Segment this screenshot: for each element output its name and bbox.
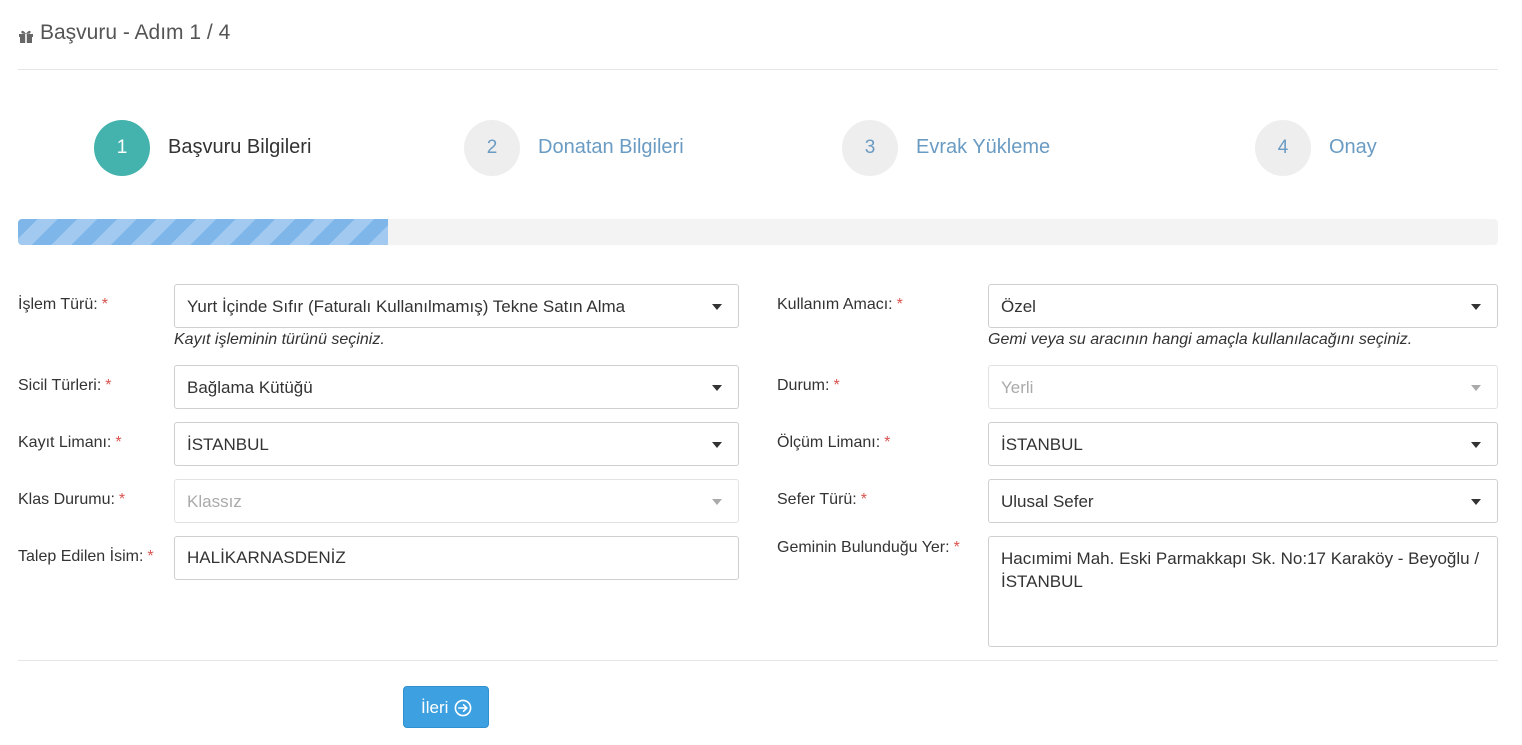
chevron-down-icon — [1471, 385, 1481, 391]
next-button[interactable]: İleri — [403, 686, 489, 728]
sefer-turu-value: Ulusal Sefer — [1001, 492, 1094, 511]
olcum-limani-value: İSTANBUL — [1001, 435, 1083, 454]
sicil-turleri-select[interactable]: Bağlama Kütüğü — [174, 365, 739, 409]
page-title: Başvuru - Adım 1 / 4 — [40, 21, 231, 44]
sefer-turu-select[interactable]: Ulusal Sefer — [988, 479, 1498, 523]
chevron-down-icon — [712, 385, 722, 391]
sefer-turu-label: Sefer Türü: * — [777, 491, 867, 508]
olcum-limani-label: Ölçüm Limanı: * — [777, 434, 891, 451]
klas-durumu-select: Klassız — [174, 479, 739, 523]
page-header: Başvuru - Adım 1 / 4 — [18, 20, 1498, 70]
step-number: 4 — [1255, 120, 1311, 176]
progress-fill — [18, 219, 388, 245]
kullanim-amaci-value: Özel — [1001, 297, 1036, 316]
talep-edilen-isim-input[interactable]: HALİKARNASDENİZ — [174, 536, 739, 580]
durum-label: Durum: * — [777, 377, 840, 394]
step-label: Donatan Bilgileri — [538, 136, 684, 158]
talep-edilen-isim-label: Talep Edilen İsim: * — [18, 548, 154, 565]
olcum-limani-select[interactable]: İSTANBUL — [988, 422, 1498, 466]
step-label: Evrak Yükleme — [916, 136, 1051, 158]
kullanim-amaci-select[interactable]: Özel — [988, 284, 1498, 328]
kayit-limani-value: İSTANBUL — [187, 435, 269, 454]
next-button-label: İleri — [421, 698, 449, 717]
step-number: 3 — [842, 120, 898, 176]
chevron-down-icon — [1471, 442, 1481, 448]
chevron-down-icon — [1471, 304, 1481, 310]
islem-turu-value: Yurt İçinde Sıfır (Faturalı Kullanılmamı… — [187, 297, 626, 316]
islem-turu-label: İşlem Türü: * — [18, 296, 108, 313]
chevron-down-icon — [712, 304, 722, 310]
klas-durumu-label: Klas Durumu: * — [18, 491, 126, 508]
klas-durumu-value: Klassız — [187, 492, 242, 511]
bulundugu-yer-textarea[interactable]: Hacımimi Mah. Eski Parmakkapı Sk. No:17 … — [988, 536, 1498, 647]
islem-turu-select[interactable]: Yurt İçinde Sıfır (Faturalı Kullanılmamı… — [174, 284, 739, 328]
islem-turu-help: Kayıt işleminin türünü seçiniz. — [174, 331, 385, 348]
kullanim-amaci-label: Kullanım Amacı: * — [777, 296, 903, 313]
progress-bar — [18, 219, 1498, 245]
step-number: 1 — [94, 120, 150, 176]
form-divider — [18, 660, 1498, 661]
gift-icon — [19, 30, 33, 43]
chevron-down-icon — [712, 499, 722, 505]
kullanim-amaci-help: Gemi veya su aracının hangi amaçla kulla… — [988, 331, 1413, 348]
sicil-turleri-label: Sicil Türleri: * — [18, 377, 112, 394]
step-label: Başvuru Bilgileri — [168, 136, 312, 158]
wizard-steps: 1 Başvuru Bilgileri 2 Donatan Bilgileri … — [0, 118, 1522, 178]
step-number: 2 — [464, 120, 520, 176]
durum-value: Yerli — [1001, 378, 1034, 397]
sicil-turleri-value: Bağlama Kütüğü — [187, 378, 313, 397]
chevron-down-icon — [712, 442, 722, 448]
bulundugu-yer-label: Geminin Bulunduğu Yer: * — [777, 539, 960, 556]
arrow-right-circle-icon — [454, 699, 472, 717]
step-label: Onay — [1329, 136, 1377, 158]
kayit-limani-label: Kayıt Limanı: * — [18, 434, 122, 451]
durum-select: Yerli — [988, 365, 1498, 409]
chevron-down-icon — [1471, 499, 1481, 505]
kayit-limani-select[interactable]: İSTANBUL — [174, 422, 739, 466]
